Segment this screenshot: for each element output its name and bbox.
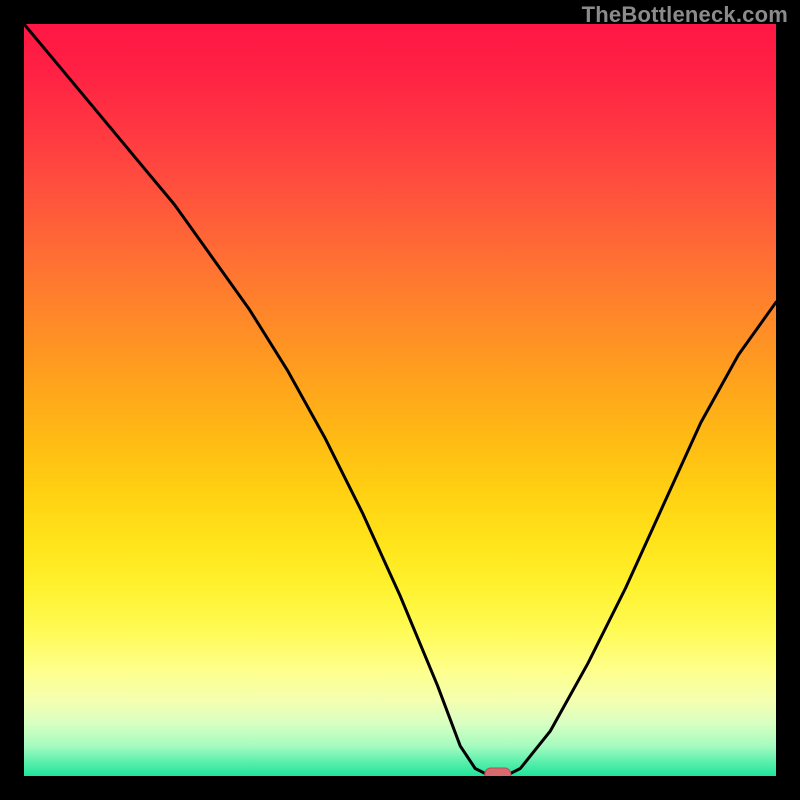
chart-frame: TheBottleneck.com — [0, 0, 800, 800]
optimum-marker — [485, 768, 511, 776]
bottleneck-chart — [24, 24, 776, 776]
plot-area — [24, 24, 776, 776]
gradient-background — [24, 24, 776, 776]
